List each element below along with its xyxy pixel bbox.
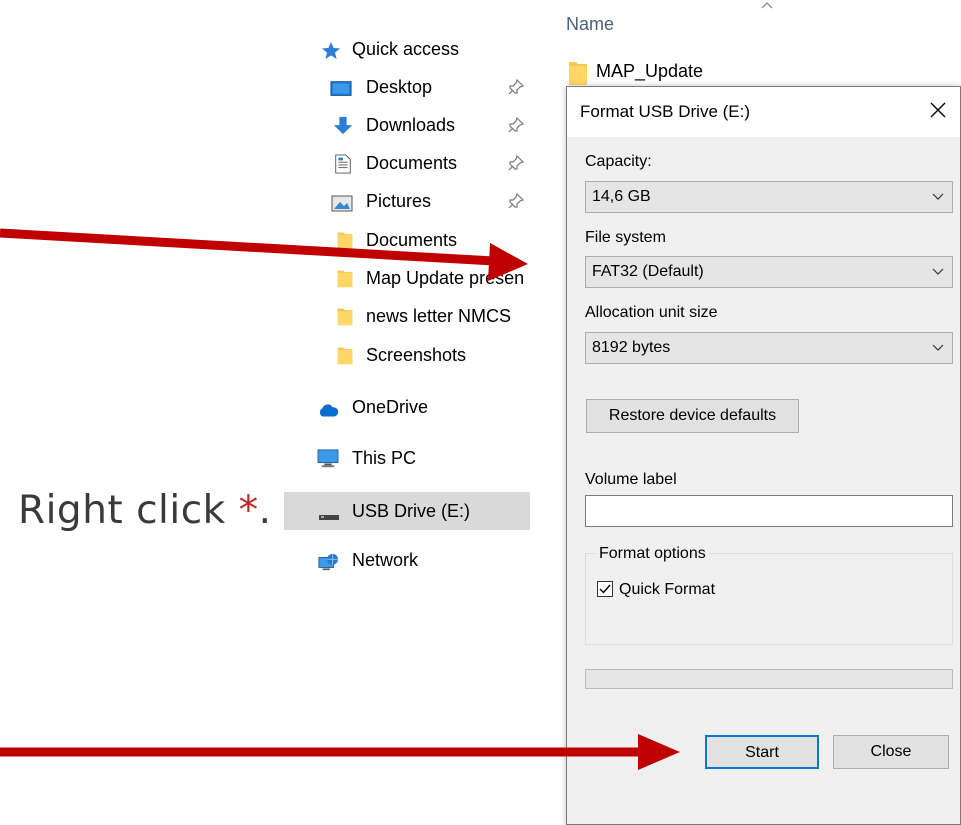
annotation-arrows bbox=[0, 228, 680, 770]
arrow-to-filesystem bbox=[0, 228, 528, 281]
arrow-to-start bbox=[0, 734, 680, 770]
